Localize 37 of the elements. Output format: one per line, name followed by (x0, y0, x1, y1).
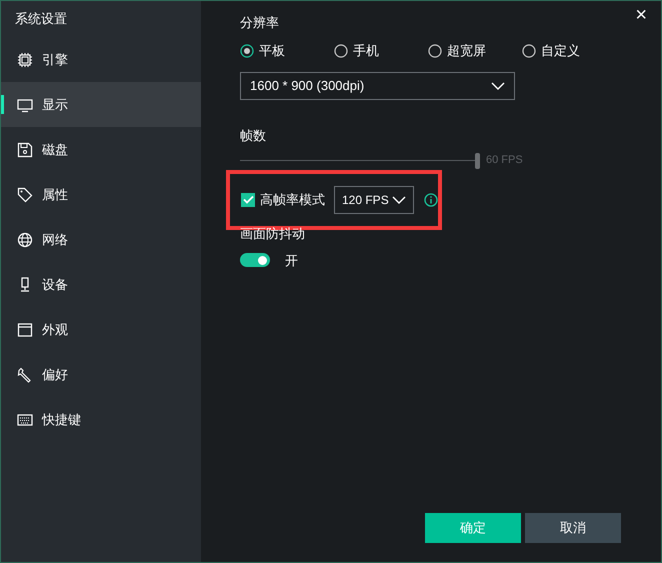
toggle-switch[interactable] (240, 253, 270, 268)
radio-option[interactable]: 自定义 (522, 41, 616, 60)
sidebar-item[interactable]: 引擎 (1, 37, 201, 82)
radio-option[interactable]: 手机 (334, 41, 428, 60)
cancel-button[interactable]: 取消 (525, 513, 621, 543)
wrench-icon (17, 366, 33, 382)
sidebar-item[interactable]: 设备 (1, 262, 201, 307)
close-button[interactable]: × (635, 5, 647, 25)
checkbox-label: 高帧率模式 (260, 190, 325, 209)
section-title: 分辨率 (240, 14, 279, 32)
section-title: 画面防抖动 (240, 224, 305, 242)
chevron-down-icon (491, 82, 505, 90)
checkbox[interactable] (241, 192, 255, 206)
sidebar-item[interactable]: 偏好 (1, 352, 201, 397)
sidebar-item[interactable]: 属性 (1, 172, 201, 217)
tag-icon (17, 186, 33, 202)
toggle-label: 开 (285, 252, 298, 270)
sidebar-item[interactable]: 快捷键 (1, 397, 201, 442)
keyboard-icon (17, 412, 33, 428)
resolution-dropdown[interactable]: 1600 * 900 (300dpi) (240, 72, 515, 100)
sidebar-item[interactable]: 显示 (1, 82, 201, 127)
monitor-icon (17, 96, 33, 112)
globe-icon (17, 232, 33, 248)
info-icon[interactable] (424, 192, 438, 206)
sidebar-item[interactable]: 网络 (1, 217, 201, 262)
window-title: 系统设置 (15, 10, 67, 28)
window-icon (17, 322, 33, 338)
slider-reading: 60 FPS (486, 153, 523, 168)
radio-option[interactable]: 平板 (240, 41, 334, 60)
chevron-down-icon (392, 196, 406, 204)
radio-option[interactable]: 超宽屏 (428, 41, 522, 60)
fps-dropdown[interactable]: 120 FPS (334, 186, 414, 214)
chip-icon (17, 52, 33, 68)
sidebar-item[interactable]: 磁盘 (1, 127, 201, 172)
sidebar-item[interactable]: 外观 (1, 307, 201, 352)
section-title: 帧数 (240, 126, 266, 144)
fps-slider[interactable] (240, 152, 480, 168)
